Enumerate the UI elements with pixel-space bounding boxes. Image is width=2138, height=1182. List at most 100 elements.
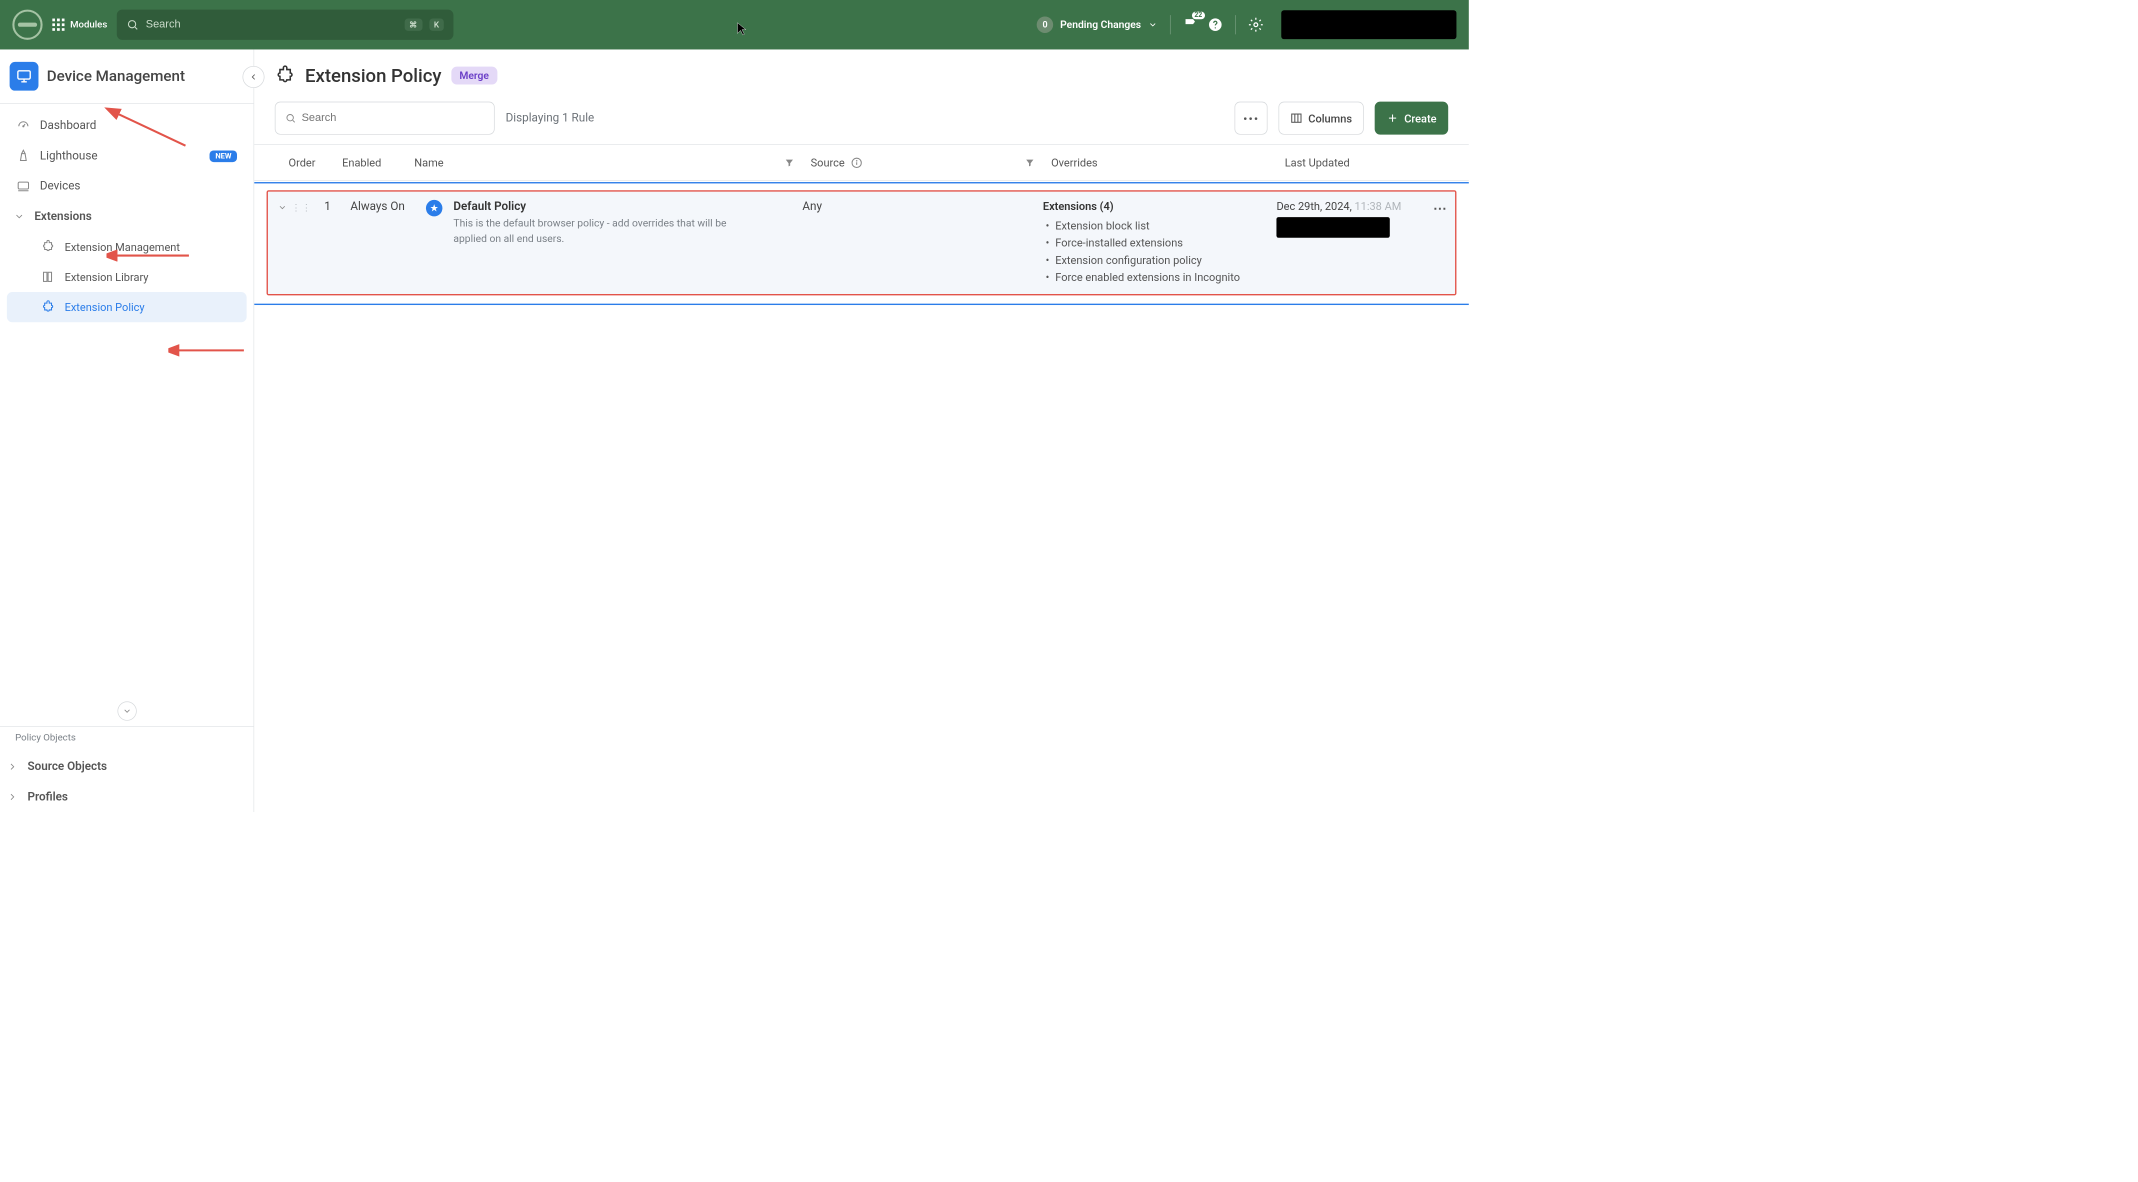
- ellipsis-icon: •••: [1243, 112, 1259, 125]
- sidebar: Device Management Dashboard Lighthouse N…: [0, 49, 254, 812]
- sidebar-item-devices[interactable]: Devices: [7, 171, 247, 201]
- collapse-sidebar-button[interactable]: [243, 66, 265, 88]
- filter-icon[interactable]: [1025, 158, 1035, 168]
- puzzle-icon: [41, 300, 55, 314]
- more-actions-button[interactable]: •••: [1235, 102, 1268, 135]
- flag-icon[interactable]: 22: [1183, 17, 1198, 32]
- pending-label: Pending Changes: [1060, 19, 1141, 31]
- user-menu[interactable]: [1281, 10, 1456, 39]
- sidebar-item-extensions[interactable]: Extensions: [7, 201, 247, 231]
- sidebar-item-label: Extension Management: [65, 240, 180, 253]
- search-icon: [127, 19, 139, 31]
- th-name[interactable]: Name: [406, 145, 802, 180]
- sidebar-item-extension-library[interactable]: Extension Library: [7, 262, 247, 292]
- global-search[interactable]: ⌘ K: [117, 10, 454, 40]
- chevron-right-icon: [7, 760, 18, 774]
- sidebar-item-lighthouse[interactable]: Lighthouse NEW: [7, 141, 247, 171]
- sidebar-header: Device Management: [0, 49, 254, 103]
- table-row[interactable]: ⋮⋮ 1 Always On Default Policy This is th…: [267, 190, 1457, 295]
- sidebar-item-label: Lighthouse: [40, 149, 98, 163]
- page-header: Extension Policy Merge: [254, 49, 1469, 101]
- info-icon[interactable]: [850, 156, 862, 168]
- library-icon: [41, 270, 55, 284]
- sidebar-item-profiles[interactable]: Profiles: [0, 782, 254, 812]
- table-search[interactable]: [275, 102, 495, 135]
- devices-icon: [16, 179, 30, 193]
- th-enabled[interactable]: Enabled: [334, 145, 406, 180]
- modules-button[interactable]: Modules: [52, 19, 107, 31]
- table-search-input[interactable]: [302, 112, 485, 124]
- global-search-input[interactable]: [146, 19, 398, 31]
- create-button[interactable]: Create: [1375, 102, 1449, 135]
- expand-section-button[interactable]: [117, 701, 136, 720]
- page-title: Extension Policy: [305, 65, 441, 87]
- sidebar-item-label: Extension Library: [65, 270, 149, 283]
- override-item: Extension configuration policy: [1043, 251, 1260, 268]
- row-more-button[interactable]: ⋯: [1433, 200, 1447, 216]
- policy-description: This is the default browser policy - add…: [453, 216, 755, 246]
- sidebar-item-label: Profiles: [27, 790, 67, 804]
- cell-order: 1: [316, 200, 342, 286]
- extension-policy-icon: [275, 65, 296, 86]
- brand-logo: [12, 10, 42, 40]
- sidebar-item-extension-management[interactable]: Extension Management: [7, 232, 247, 262]
- th-source[interactable]: Source: [802, 145, 1042, 180]
- merge-chip: Merge: [451, 67, 497, 85]
- chevron-left-icon: [249, 72, 259, 82]
- override-item: Extension block list: [1043, 217, 1260, 234]
- sidebar-item-source-objects[interactable]: Source Objects: [0, 752, 254, 782]
- cell-name: Default Policy This is the default brows…: [418, 200, 794, 286]
- help-icon[interactable]: [1208, 17, 1223, 32]
- kbd-k: K: [429, 19, 444, 31]
- sidebar-nav: Dashboard Lighthouse NEW Devices Extensi…: [0, 104, 254, 702]
- override-item: Force-installed extensions: [1043, 234, 1260, 251]
- flag-badge: 22: [1192, 12, 1205, 20]
- chevron-down-icon: [14, 210, 25, 224]
- default-star-icon: [426, 200, 442, 216]
- sidebar-item-label: Devices: [40, 179, 81, 193]
- th-updated[interactable]: Last Updated: [1276, 145, 1448, 180]
- topbar: Modules ⌘ K 0 Pending Changes 22: [0, 0, 1469, 49]
- chevron-down-icon: [1148, 20, 1158, 30]
- sidebar-item-label: Dashboard: [40, 119, 96, 133]
- puzzle-icon: [41, 240, 55, 254]
- pending-count-badge: 0: [1037, 16, 1053, 32]
- divider: [1235, 15, 1236, 34]
- sidebar-item-dashboard[interactable]: Dashboard: [7, 111, 247, 141]
- updated-by-user: [1276, 217, 1389, 238]
- plus-icon: [1386, 112, 1398, 124]
- columns-label: Columns: [1308, 112, 1352, 125]
- filter-icon[interactable]: [785, 158, 795, 168]
- columns-button[interactable]: Columns: [1279, 102, 1364, 135]
- pending-changes-button[interactable]: 0 Pending Changes: [1037, 16, 1158, 32]
- th-order[interactable]: Order: [275, 145, 334, 180]
- overrides-title: Extensions (4): [1043, 200, 1260, 213]
- display-count-text: Displaying 1 Rule: [506, 111, 595, 125]
- chevron-down-icon[interactable]: [278, 203, 288, 213]
- apps-grid-icon: [52, 19, 64, 31]
- updated-time: 11:38 AM: [1354, 200, 1401, 213]
- table-header: Order Enabled Name Source Overrides Last…: [254, 144, 1469, 180]
- override-item: Force enabled extensions in Incognito: [1043, 269, 1260, 286]
- cell-overrides: Extensions (4) Extension block list Forc…: [1035, 200, 1269, 286]
- lighthouse-icon: [16, 149, 30, 163]
- drag-handle-icon[interactable]: ⋮⋮: [291, 203, 312, 214]
- chevron-right-icon: [7, 790, 18, 804]
- divider: [1170, 15, 1171, 34]
- updated-date: Dec 29th, 2024,: [1276, 200, 1354, 213]
- sidebar-item-extension-policy[interactable]: Extension Policy: [7, 292, 247, 322]
- sidebar-item-label: Source Objects: [27, 760, 107, 774]
- table-body: ⋮⋮ 1 Always On Default Policy This is th…: [254, 181, 1469, 305]
- chevron-down-icon: [122, 706, 132, 716]
- sidebar-title: Device Management: [47, 68, 185, 85]
- content-area: Extension Policy Merge Displaying 1 Rule…: [254, 49, 1469, 812]
- create-label: Create: [1404, 112, 1436, 125]
- settings-gear-icon[interactable]: [1248, 17, 1263, 32]
- search-icon: [285, 113, 296, 124]
- modules-label: Modules: [70, 19, 107, 30]
- columns-icon: [1290, 112, 1302, 124]
- cell-updated: Dec 29th, 2024, 11:38 AM: [1268, 200, 1425, 286]
- device-management-icon: [10, 62, 39, 91]
- th-overrides[interactable]: Overrides: [1043, 145, 1277, 180]
- kbd-cmd: ⌘: [404, 19, 422, 31]
